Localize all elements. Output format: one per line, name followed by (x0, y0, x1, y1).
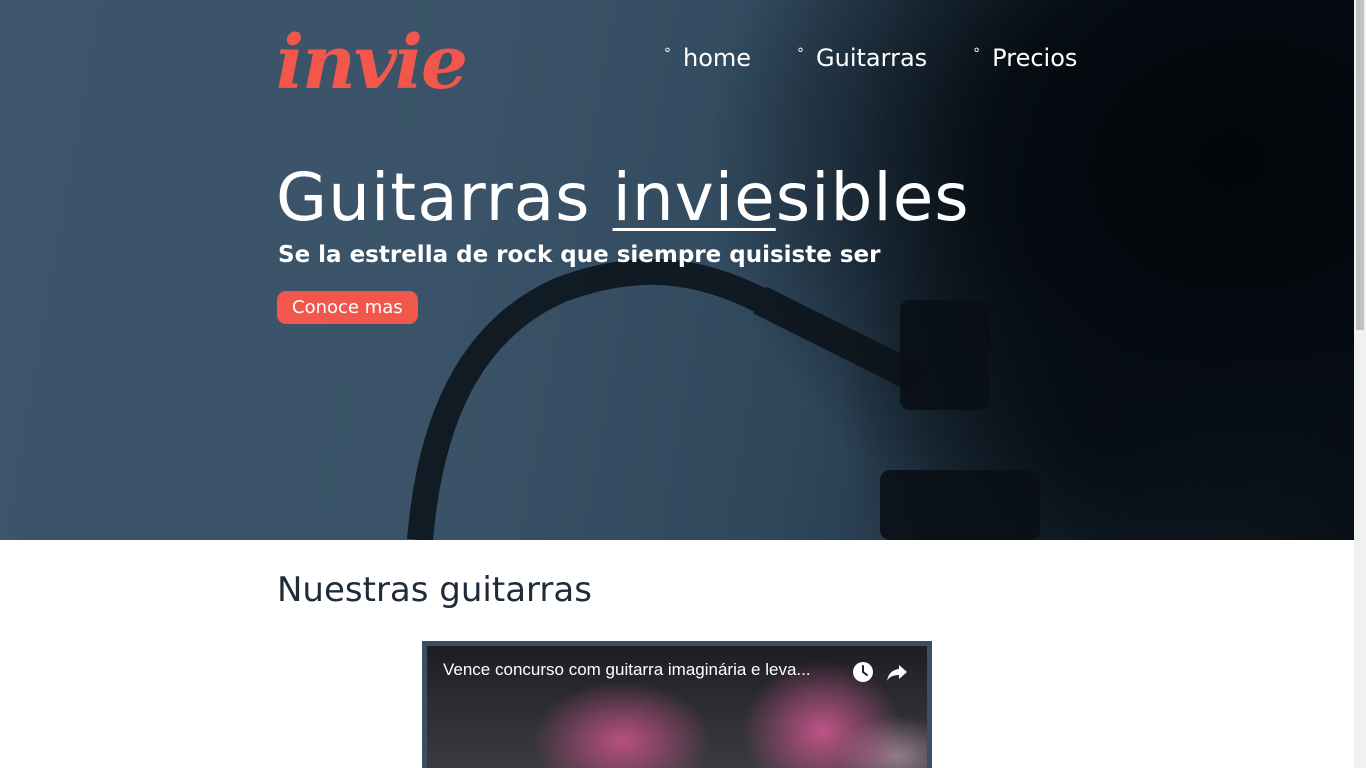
hero-title-end: sibles (775, 159, 970, 236)
video-title[interactable]: Vence concurso com guitarra imaginária e… (443, 660, 811, 680)
hero-title: Guitarras inviesibles (276, 165, 970, 231)
hero-title-highlight: invie (612, 159, 776, 236)
nav-item-label: Guitarras (816, 44, 928, 72)
scrollbar[interactable] (1354, 0, 1366, 768)
hero-banner: invie ° home ° Guitarras ° Precios Guita… (0, 0, 1354, 540)
section-title: Nuestras guitarras (277, 570, 592, 610)
logo[interactable]: invie (276, 26, 468, 100)
main-nav: ° home ° Guitarras ° Precios (664, 44, 1123, 72)
nav-item-home[interactable]: ° home (664, 44, 751, 72)
nav-item-precios[interactable]: ° Precios (973, 44, 1077, 72)
nav-item-label: Precios (992, 44, 1078, 72)
video-player[interactable]: Vence concurso com guitarra imaginária e… (427, 646, 927, 768)
scrollbar-thumb[interactable] (1356, 0, 1364, 330)
conoce-mas-button[interactable]: Conoce mas (277, 291, 418, 324)
video-embed[interactable]: Vence concurso com guitarra imaginária e… (422, 641, 932, 768)
bullet-icon: ° (973, 46, 981, 62)
hero-title-start: Guitarras (276, 159, 613, 236)
nav-item-guitarras[interactable]: ° Guitarras (797, 44, 927, 72)
nav-item-label: home (683, 44, 752, 72)
bullet-icon: ° (664, 46, 671, 62)
share-icon[interactable] (885, 660, 909, 684)
hero-subtitle: Se la estrella de rock que siempre quisi… (278, 242, 881, 268)
hero-background-cable (407, 258, 1040, 540)
bullet-icon: ° (797, 46, 805, 62)
watch-later-icon[interactable] (851, 660, 875, 684)
